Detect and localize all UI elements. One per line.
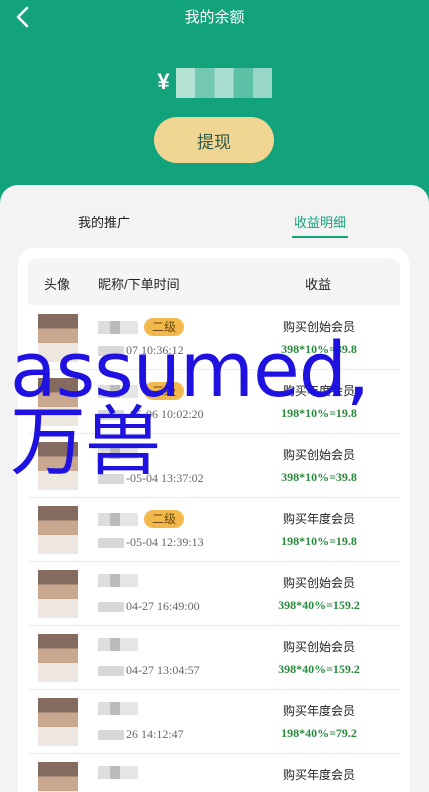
product-name: 购买年度会员 (282, 384, 355, 398)
order-time-text: 26 14:12:47 (126, 727, 184, 741)
tab-income-details[interactable]: 收益明细 (291, 212, 349, 238)
order-time-text: 07 10:36:12 (126, 343, 184, 357)
currency-symbol: ¥ (157, 68, 170, 94)
order-time: 07 10:36:12 (98, 343, 184, 358)
tab-my-promotion[interactable]: 我的推广 (78, 212, 130, 231)
withdraw-button[interactable]: 提现 (154, 117, 274, 163)
avatar (38, 634, 78, 682)
time-mosaic (98, 410, 124, 421)
order-time: 04-27 16:49:00 (98, 599, 200, 614)
avatar (38, 378, 78, 426)
time-mosaic (98, 538, 124, 549)
level-badge: 二级 (144, 318, 185, 336)
income-calculation: 398*10%=39.8 (281, 342, 357, 356)
avatar (38, 570, 78, 618)
nickname-mosaic (98, 384, 138, 398)
nickname-mosaic (98, 702, 138, 715)
balance-mosaic (175, 68, 272, 98)
product-name: 购买创始会员 (282, 640, 355, 654)
time-mosaic (98, 474, 124, 485)
table-row: 26 14:12:47 购买年度会员 198*40%=79.2 (28, 690, 400, 754)
table-row: -05-04 13:37:02 购买创始会员 398*10%=39.8 (28, 434, 400, 498)
order-time: 04-27 13:04:57 (98, 663, 200, 678)
product-name: 购买创始会员 (282, 320, 355, 334)
product-name: 购买创始会员 (282, 448, 355, 462)
income-calculation: 198*40%=79.2 (281, 726, 357, 740)
nickname: 二级 (98, 318, 185, 336)
order-time: -05-06 10:02:20 (98, 407, 204, 422)
nickname: 二级 (98, 382, 185, 400)
order-time: 26 14:12:47 (98, 727, 184, 742)
nickname (98, 702, 138, 715)
nickname-mosaic (98, 638, 138, 651)
avatar (38, 762, 78, 792)
product-name: 购买创始会员 (282, 576, 355, 590)
avatar (38, 442, 78, 490)
order-time: -05-04 12:39:13 (98, 535, 204, 550)
avatar (38, 698, 78, 746)
level-badge: 二级 (144, 382, 185, 400)
table-row: 二级 07 10:36:12 购买创始会员 398*10%=39.8 (28, 306, 400, 370)
nickname-mosaic (98, 512, 138, 526)
income-calculation: 398*10%=39.8 (281, 470, 357, 484)
order-time-text: 04-27 13:04:57 (126, 663, 200, 677)
nickname (98, 638, 138, 651)
nickname: 二级 (98, 510, 185, 528)
nickname-mosaic (98, 320, 138, 334)
table-row: 购买年度会员 (28, 754, 400, 792)
column-header-avatar: 头像 (44, 277, 71, 292)
table-header: 头像 昵称/下单时间 收益 (28, 258, 400, 305)
column-header-income: 收益 (305, 277, 332, 292)
time-mosaic (98, 666, 124, 677)
balance-amount: ¥ (0, 68, 429, 98)
order-time-text: -05-06 10:02:20 (126, 407, 204, 421)
order-time-text: -05-04 13:37:02 (126, 471, 204, 485)
income-calculation: 198*10%=19.8 (281, 406, 357, 420)
level-badge: 二级 (144, 510, 185, 528)
income-calculation: 198*10%=19.8 (281, 534, 357, 548)
column-header-nickname: 昵称/下单时间 (98, 277, 180, 292)
avatar (38, 506, 78, 554)
table-row: 04-27 13:04:57 购买创始会员 398*40%=159.2 (28, 626, 400, 690)
time-mosaic (98, 602, 124, 613)
nickname-mosaic (98, 574, 138, 587)
time-mosaic (98, 730, 124, 741)
product-name: 购买年度会员 (282, 512, 355, 526)
nickname (98, 766, 138, 779)
table-row: 二级 -05-06 10:02:20 购买年度会员 198*10%=19.8 (28, 370, 400, 434)
nickname (98, 574, 138, 587)
table-row: 04-27 16:49:00 购买创始会员 398*40%=159.2 (28, 562, 400, 626)
page-title: 我的余额 (184, 9, 245, 26)
order-time-text: 04-27 16:49:00 (126, 599, 200, 613)
product-name: 购买年度会员 (282, 768, 355, 782)
order-time: -05-04 13:37:02 (98, 471, 204, 486)
nickname (98, 446, 138, 459)
table-row: 二级 -05-04 12:39:13 购买年度会员 198*10%=19.8 (28, 498, 400, 562)
avatar (38, 314, 78, 362)
income-calculation: 398*40%=159.2 (278, 598, 360, 612)
product-name: 购买年度会员 (282, 704, 355, 718)
tab-bar: 我的推广 收益明细 (0, 210, 429, 240)
nickname-mosaic (98, 766, 138, 779)
income-calculation: 398*40%=159.2 (278, 662, 360, 676)
header: 我的余额 ¥ 提现 (0, 0, 429, 205)
order-time-text: -05-04 12:39:13 (126, 535, 204, 549)
time-mosaic (98, 346, 124, 357)
nickname-mosaic (98, 446, 138, 459)
